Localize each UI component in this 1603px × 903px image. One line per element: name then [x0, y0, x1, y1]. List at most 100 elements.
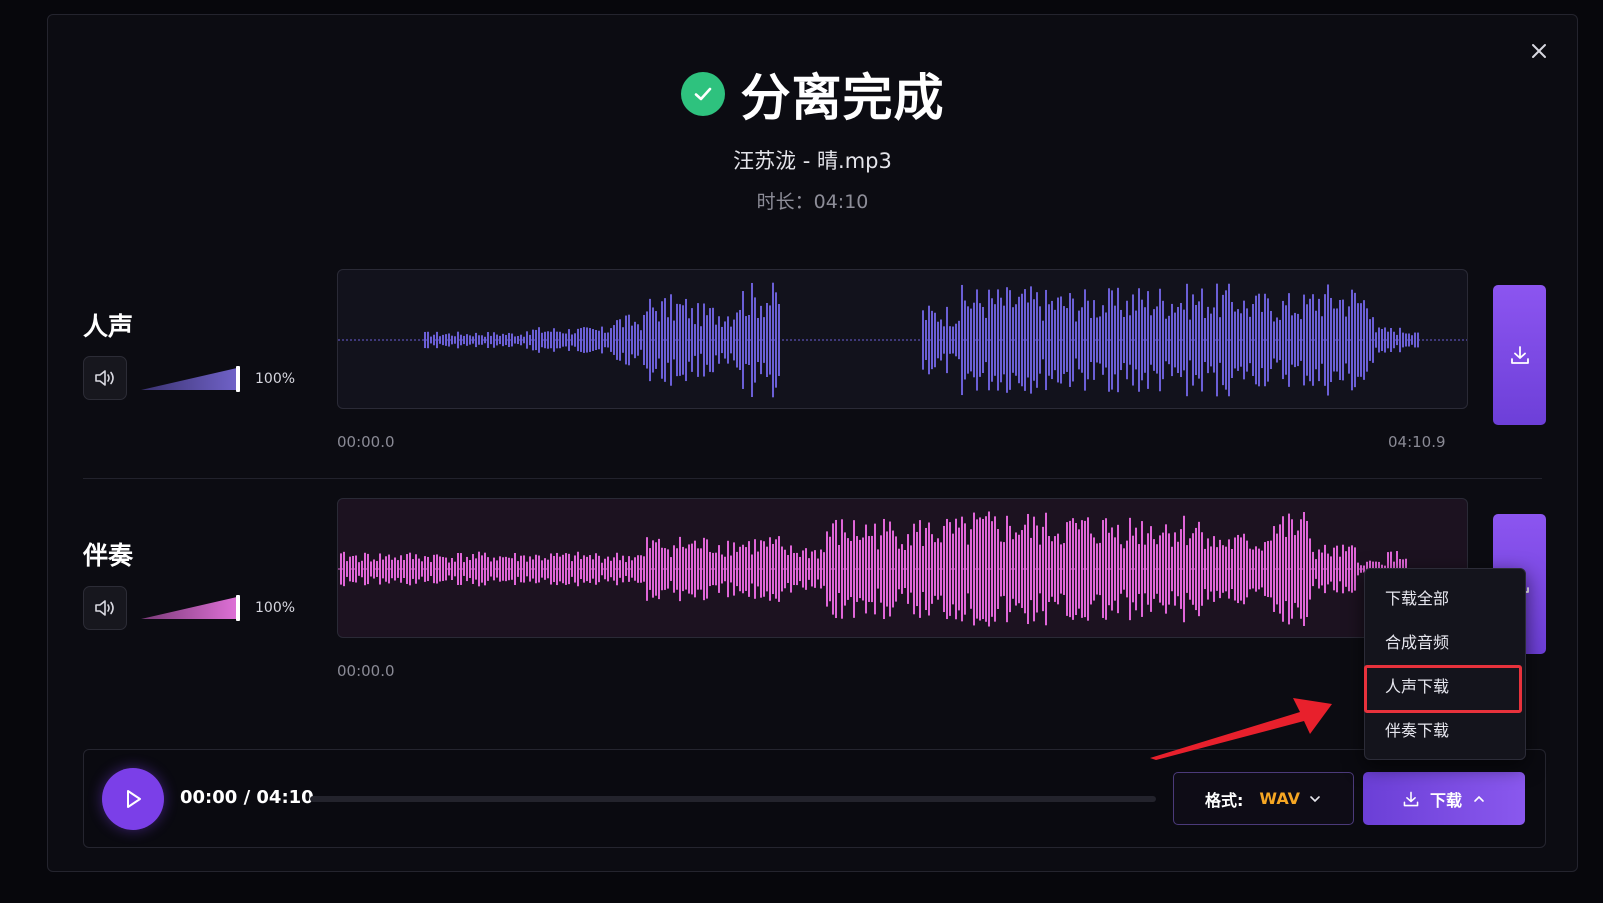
accompaniment-waveform[interactable]: [337, 498, 1468, 638]
waveform-bar: [1234, 537, 1236, 601]
menu-item-accompaniment-download[interactable]: 伴奏下载: [1365, 707, 1525, 751]
waveform-bar: [1009, 290, 1011, 390]
waveform-bar: [769, 305, 771, 375]
waveform-bar: [481, 335, 483, 345]
format-select[interactable]: 格式: WAV: [1173, 772, 1354, 825]
waveform-bar: [1186, 545, 1188, 593]
waveform-bar: [493, 557, 495, 581]
waveform-bar: [544, 331, 546, 349]
menu-item-mix-audio[interactable]: 合成音频: [1365, 619, 1525, 663]
waveform-bar: [541, 332, 543, 348]
waveform-bar: [544, 558, 546, 580]
waveform-bars: [338, 511, 1467, 627]
waveform-bar: [523, 555, 525, 583]
waveform-bar: [412, 559, 414, 579]
waveform-bar: [979, 303, 981, 377]
waveform-bar: [742, 291, 744, 389]
play-button[interactable]: [102, 768, 164, 830]
waveform-bar: [520, 334, 522, 346]
waveform-bar: [775, 539, 777, 599]
close-button[interactable]: [1525, 37, 1553, 65]
waveform-bar: [1096, 543, 1098, 595]
waveform-bar: [1276, 317, 1278, 363]
waveform-bar: [655, 311, 657, 369]
waveform-bar: [358, 562, 360, 576]
waveform-bar: [475, 332, 477, 348]
waveform-bar: [1132, 535, 1134, 603]
waveform-bar: [349, 556, 351, 582]
waveform-bar: [964, 523, 966, 615]
waveform-bar: [1216, 547, 1218, 591]
waveform-bar: [1414, 332, 1416, 348]
waveform-bar: [751, 282, 753, 398]
waveform-bar: [1114, 537, 1116, 601]
waveform-bar: [538, 327, 540, 353]
waveform-bar: [673, 320, 675, 360]
accompaniment-mute-button[interactable]: [83, 586, 127, 630]
waveform-bar: [1156, 306, 1158, 374]
speaker-icon: [95, 370, 114, 386]
waveform-bar: [496, 334, 498, 346]
waveform-bar: [682, 546, 684, 592]
waveform-bar: [394, 557, 396, 581]
waveform-bar: [565, 553, 567, 585]
waveform-bar: [607, 332, 609, 348]
waveform-bar: [1072, 298, 1074, 382]
waveform-bar: [1147, 291, 1149, 389]
waveform-bar: [781, 546, 783, 592]
waveform-bar: [601, 326, 603, 354]
waveform-bar: [682, 305, 684, 375]
waveform-bar: [451, 557, 453, 581]
waveform-bar: [1150, 315, 1152, 365]
waveform-bar: [778, 536, 780, 602]
waveform-bar: [1174, 532, 1176, 606]
menu-item-download-all[interactable]: 下载全部: [1365, 575, 1525, 619]
waveform-bar: [1228, 283, 1230, 397]
waveform-bar: [1222, 294, 1224, 386]
waveform-bar: [877, 549, 879, 589]
waveform-bar: [1087, 517, 1089, 621]
waveform-bar: [415, 554, 417, 584]
download-button[interactable]: 下载: [1363, 772, 1525, 825]
waveform-bar: [772, 282, 774, 398]
waveform-bar: [550, 553, 552, 585]
waveform-bar: [997, 529, 999, 609]
volume-handle[interactable]: [236, 366, 240, 392]
waveform-bar: [943, 525, 945, 613]
waveform-bar: [1276, 533, 1278, 605]
menu-item-vocal-download[interactable]: 人声下载: [1365, 663, 1525, 707]
volume-handle[interactable]: [236, 595, 240, 621]
waveform-bar: [1117, 524, 1119, 614]
waveform-bar: [763, 317, 765, 363]
waveform-bar: [709, 551, 711, 587]
waveform-bar: [976, 289, 978, 391]
playback-time: 00:00 / 04:10: [180, 787, 314, 808]
vocal-volume-slider[interactable]: [141, 366, 241, 392]
waveform-bar: [940, 319, 942, 361]
waveform-bar: [907, 534, 909, 604]
waveform-bar: [1072, 518, 1074, 620]
waveform-bar: [1330, 297, 1332, 383]
waveform-bar: [1360, 303, 1362, 377]
waveform-bar: [739, 309, 741, 371]
waveform-bar: [1099, 316, 1101, 364]
vocal-mute-button[interactable]: [83, 356, 127, 400]
waveform-bar: [898, 548, 900, 590]
waveform-bar: [805, 548, 807, 590]
waveform-bar: [1243, 300, 1245, 380]
waveform-bar: [733, 319, 735, 361]
waveform-bar: [1270, 540, 1272, 598]
waveform-bar: [850, 540, 852, 598]
waveform-bar: [631, 325, 633, 355]
vocal-waveform[interactable]: [337, 269, 1468, 409]
vocal-download-button[interactable]: [1493, 285, 1546, 425]
waveform-bar: [967, 544, 969, 594]
waveform-bar: [1066, 522, 1068, 616]
waveform-bar: [484, 552, 486, 586]
result-header: 分离完成 汪苏泷 - 晴.mp3 时长：04:10: [48, 63, 1577, 214]
waveform-bar: [730, 326, 732, 354]
accompaniment-volume-slider[interactable]: [141, 595, 241, 621]
waveform-bar: [703, 537, 705, 601]
waveform-bar: [1198, 521, 1200, 617]
playback-progress[interactable]: [310, 796, 1156, 802]
